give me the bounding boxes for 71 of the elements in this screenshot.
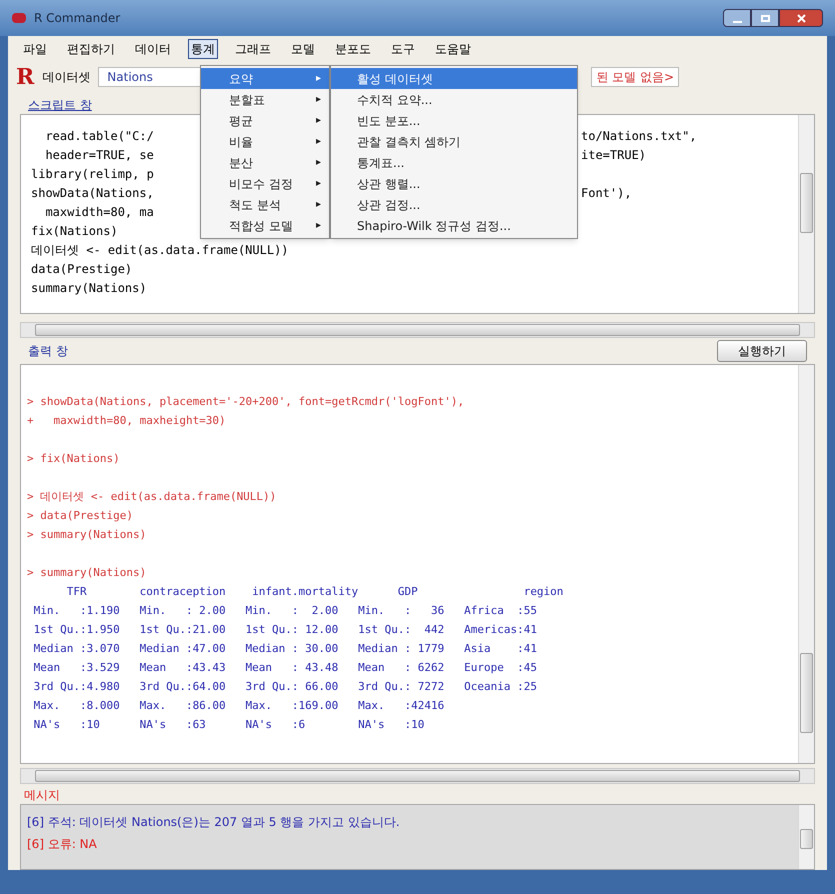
minimize-icon [732, 21, 742, 23]
output-line: > summary(Nations) [27, 527, 148, 543]
menu-entry[interactable]: 상관 검정... [331, 194, 577, 215]
maximize-button[interactable] [751, 9, 779, 27]
output-line: > data(Prestige) [27, 508, 134, 524]
menu-item[interactable]: 모델 [288, 40, 318, 58]
menu-item[interactable]: 통계 [188, 39, 218, 59]
output-line: > summary(Nations) [27, 565, 148, 581]
scrollbar-thumb[interactable] [35, 324, 800, 336]
code-line: header=TRUE, se [44, 148, 154, 162]
run-button[interactable]: 실행하기 [717, 340, 807, 362]
output-line: TFR contraception infant.mortality GDP region [66, 584, 564, 600]
maximize-icon [760, 14, 770, 22]
close-button[interactable] [779, 9, 823, 27]
vertical-scrollbar[interactable] [798, 365, 814, 763]
output-line: 3rd Qu.:4.980 3rd Qu.:64.00 3rd Qu.: 66.00 3rd Qu.: 7272 Oceania :25 [32, 679, 538, 695]
menu-item[interactable]: 편집하기 [64, 40, 118, 58]
output-line: > showData(Nations, placement='-20+200', font=getRcmdr('logFont'), [27, 394, 466, 410]
script-window-label: 스크립트 창 [28, 97, 92, 114]
output-line: + maxwidth=80, maxheight=30) [27, 413, 227, 429]
menu-entry[interactable]: 통계표... [331, 152, 577, 173]
scrollbar-thumb[interactable] [800, 173, 813, 233]
menu-item[interactable]: 파일 [20, 40, 50, 58]
menu-entry[interactable]: 관찰 결측치 셈하기 [331, 131, 577, 152]
output-line: Mean :3.529 Mean :43.43 Mean : 43.48 Mean : 6262 Europe :45 [32, 660, 538, 676]
menu-item[interactable]: 도움말 [432, 40, 474, 58]
output-line: NA's :10 NA's :63 NA's :6 NA's :10 [32, 717, 426, 733]
window-title: R Commander [34, 10, 120, 27]
vertical-scrollbar[interactable] [798, 805, 814, 869]
output-line: Median :3.070 Median :47.00 Median : 30.00 Median : 1779 Asia :41 [32, 641, 538, 657]
scrollbar-thumb[interactable] [800, 829, 813, 849]
menu-entry[interactable]: 활성 데이터셋 [331, 68, 577, 89]
vertical-scrollbar[interactable] [798, 115, 814, 313]
message-line: [6] 오류: NA [27, 836, 98, 853]
code-line: Font'), [581, 185, 632, 202]
menu-entry[interactable]: 분산 ▸ [201, 152, 329, 173]
output-line: > 데이터셋 <- edit(as.data.frame(NULL)) [27, 489, 278, 505]
dataset-label: 데이터셋 [42, 69, 90, 86]
output-line: > fix(Nations) [27, 451, 121, 467]
horizontal-scrollbar[interactable] [20, 322, 815, 338]
menu-item[interactable]: 데이터 [132, 40, 174, 58]
output-window-label: 출력 창 [28, 343, 68, 360]
menu-entry[interactable]: 상관 행렬... [331, 173, 577, 194]
model-button[interactable]: 된 모델 없음> [591, 67, 679, 87]
menu-entry[interactable]: 비율 ▸ [201, 131, 329, 152]
output-line: 1st Qu.:1.950 1st Qu.:21.00 1st Qu.: 12.00 1st Qu.: 442 Americas:41 [32, 622, 538, 638]
scrollbar-thumb[interactable] [800, 653, 813, 733]
app-icon [12, 13, 26, 23]
code-line: ite=TRUE) [581, 147, 646, 164]
menu-entry[interactable]: 비모수 검정 ▸ [201, 173, 329, 194]
menu-entry[interactable]: 척도 분석 ▸ [201, 194, 329, 215]
menu-entry[interactable]: 빈도 분포... [331, 110, 577, 131]
menu-entry[interactable]: 적합성 모델 ▸ [201, 215, 329, 236]
menu-entry[interactable]: 분할표 ▸ [201, 89, 329, 110]
menu-item[interactable]: 그래프 [232, 40, 274, 58]
scrollbar-thumb[interactable] [35, 770, 800, 782]
menu-item[interactable]: 도구 [388, 40, 418, 58]
horizontal-scrollbar[interactable] [20, 768, 815, 784]
output-line: Max. :8.000 Max. :86.00 Max. :169.00 Max. :42416 [32, 698, 446, 714]
menu-item[interactable]: 분포도 [332, 40, 374, 58]
message-line: [6] 주석: 데이터셋 Nations(은)는 207 열과 5 행을 가지고 있습니다. [27, 814, 401, 831]
minimize-button[interactable] [723, 9, 751, 27]
code-line: showData(Nations, [31, 186, 155, 200]
r-logo-icon: R [16, 66, 34, 88]
output-line: Min. :1.190 Min. : 2.00 Min. : 2.00 Min. : 36 Africa :55 [32, 603, 538, 619]
menu-entry[interactable]: Shapiro-Wilk 정규성 검정... [331, 215, 577, 236]
messages-label: 메시지 [24, 787, 60, 804]
close-icon [796, 14, 806, 22]
menu-entry[interactable]: 요약 ▸ [201, 68, 329, 89]
menu-entry[interactable]: 평균 ▸ [201, 110, 329, 131]
menu-entry[interactable]: 수치적 요약... [331, 89, 577, 110]
